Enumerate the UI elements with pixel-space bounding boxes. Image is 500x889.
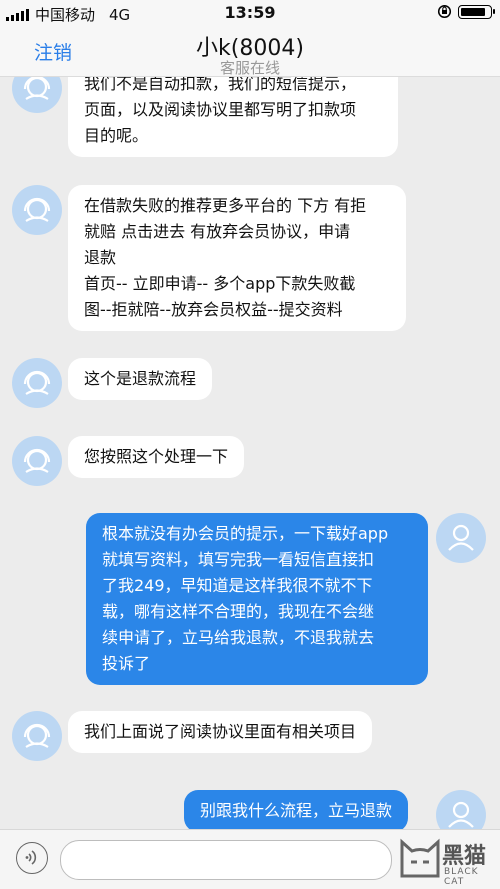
message-line: 首页-- 立即申请-- 多个app下款失败截 bbox=[84, 274, 356, 293]
message-line: 您按照这个处理一下 bbox=[84, 447, 229, 466]
battery-fill bbox=[461, 7, 486, 16]
voice-icon bbox=[25, 850, 37, 865]
watermark-brand: BLACK CAT bbox=[444, 867, 479, 887]
message-input[interactable] bbox=[60, 840, 392, 880]
status-right bbox=[437, 4, 495, 19]
message-bubble: 您按照这个处理一下 bbox=[68, 436, 245, 478]
agent-avatar bbox=[12, 358, 62, 408]
agent-avatar bbox=[12, 711, 62, 761]
user-avatar bbox=[436, 790, 486, 829]
message-bubble: 这个是退款流程 bbox=[68, 358, 213, 400]
message-line: 目的呢。 bbox=[84, 126, 149, 145]
agent-avatar bbox=[12, 436, 62, 486]
black-cat-logo-icon bbox=[400, 838, 440, 878]
agent-status: 客服在线 bbox=[219, 59, 280, 77]
orientation-lock-icon bbox=[437, 4, 452, 19]
nav-bar: 注销 小k(8004) 客服在线 bbox=[0, 26, 500, 77]
message-bubble: 我们上面说了阅读协议里面有相关项目 bbox=[68, 711, 373, 753]
agent-avatar bbox=[12, 77, 62, 113]
message-bubble: 别跟我什么流程，立马退款 bbox=[184, 790, 409, 829]
agent-avatar bbox=[12, 185, 62, 235]
battery-icon bbox=[458, 4, 495, 19]
voice-button[interactable] bbox=[16, 842, 48, 874]
watermark: 黑猫 BLACK CAT bbox=[398, 836, 496, 887]
message-bubble: 我们不是自动扣款，我们的短信提示， 页面，以及阅读协议里都写明了扣款项 目的呢。 bbox=[68, 77, 398, 157]
message-line: 图--拒就陪--放弃会员权益--提交资料 bbox=[84, 300, 343, 319]
message-line: 载，哪有这样不合理的，我现在不会继 bbox=[102, 602, 375, 621]
input-bar: 黑猫 BLACK CAT bbox=[0, 829, 500, 889]
message-bubble: 根本就没有办会员的提示，一下载好app 就填写资料，填写完我一看短信直接扣 了我… bbox=[86, 513, 428, 685]
message-line: 就填写资料，填写完我一看短信直接扣 bbox=[102, 550, 375, 569]
message-line: 退款 bbox=[84, 248, 117, 267]
user-avatar bbox=[436, 513, 486, 563]
message-bubble: 在借款失败的推荐更多平台的 下方 有拒 就赔 点击进去 有放弃会员协议，申请 退… bbox=[68, 185, 406, 331]
message-line: 投诉了 bbox=[102, 654, 151, 673]
message-line: 在借款失败的推荐更多平台的 下方 有拒 bbox=[84, 196, 367, 215]
message-line: 别跟我什么流程，立马退款 bbox=[200, 801, 393, 820]
clock: 13:59 bbox=[224, 3, 276, 22]
message-line: 了我249，早知道是这样我很不就不下 bbox=[102, 576, 373, 595]
message-list[interactable]: 我们不是自动扣款，我们的短信提示， 页面，以及阅读协议里都写明了扣款项 目的呢。… bbox=[0, 77, 500, 829]
watermark-name: 黑猫 bbox=[442, 844, 487, 869]
message-line: 我们不是自动扣款，我们的短信提示， bbox=[84, 77, 357, 93]
message-line: 页面，以及阅读协议里都写明了扣款项 bbox=[84, 100, 357, 119]
message-line: 我们上面说了阅读协议里面有相关项目 bbox=[84, 722, 357, 741]
status-bar: 中国移动 4G 13:59 bbox=[0, 0, 500, 26]
message-line: 根本就没有办会员的提示，一下载好app bbox=[102, 524, 389, 543]
message-line: 就赔 点击进去 有放弃会员协议，申请 bbox=[84, 222, 351, 241]
message-line: 这个是退款流程 bbox=[84, 369, 197, 388]
message-line: 续申请了，立马给我退款，不退我就去 bbox=[102, 628, 375, 647]
